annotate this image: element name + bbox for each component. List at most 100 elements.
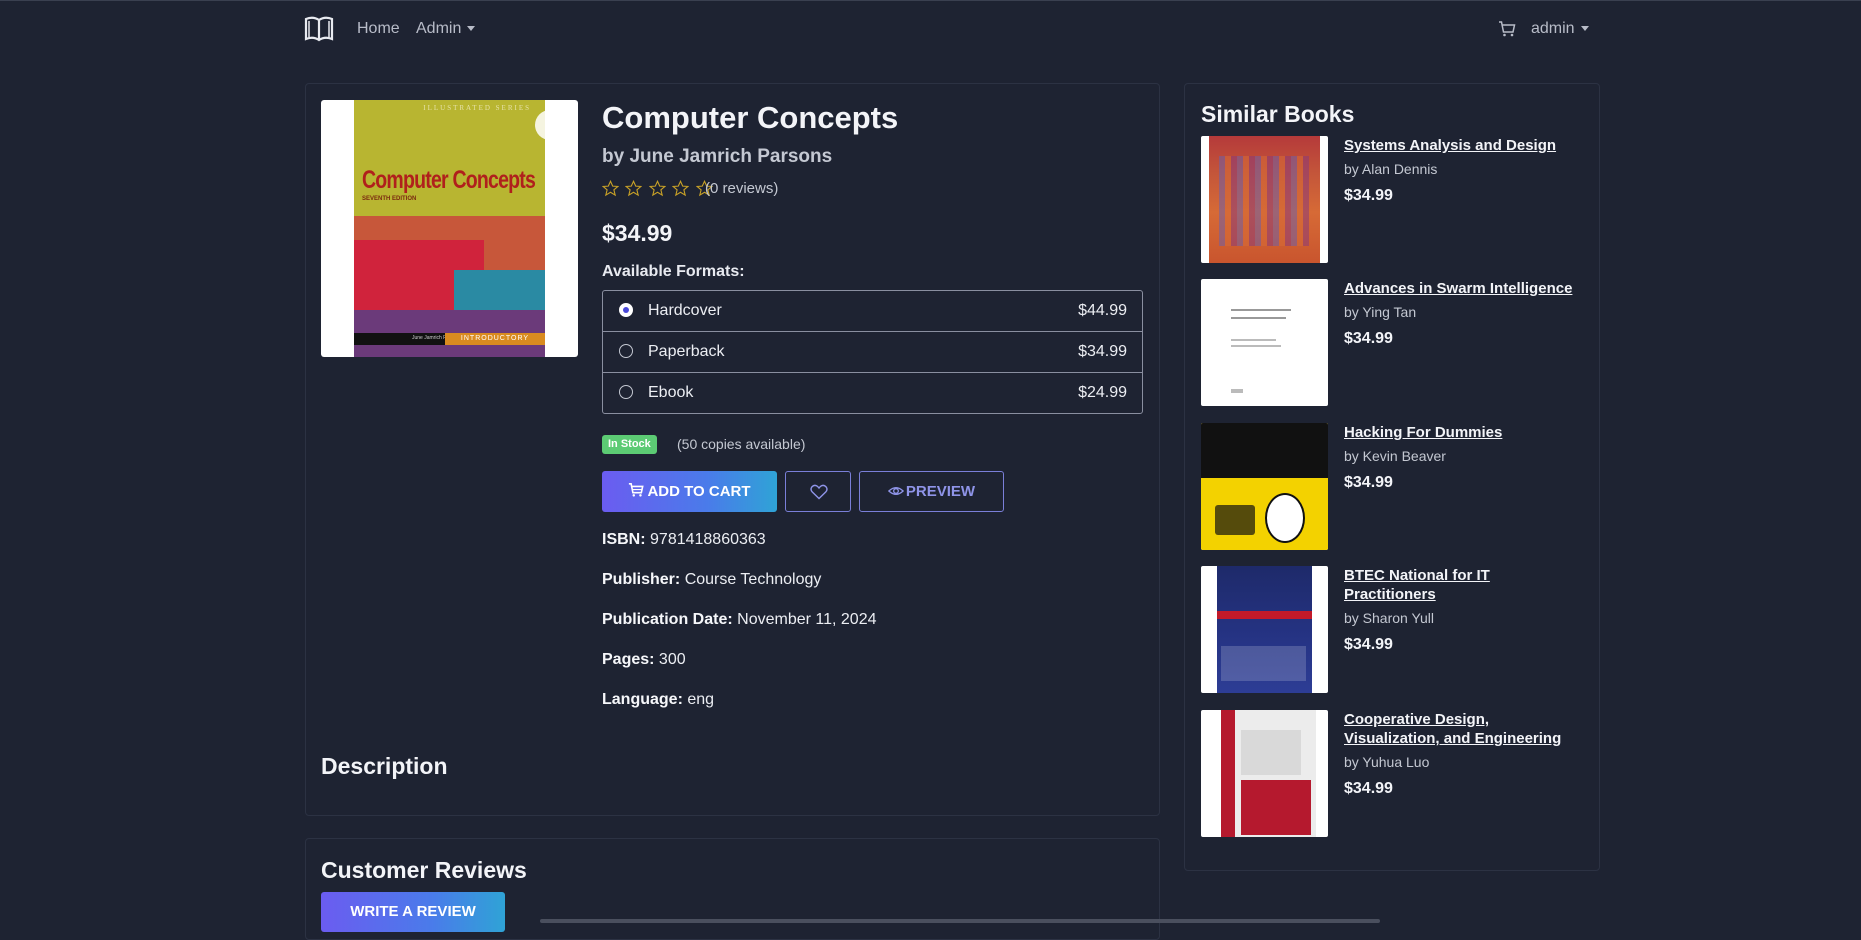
language-value: eng (687, 691, 715, 708)
nav-admin-dropdown[interactable]: Admin (416, 20, 476, 38)
publisher-row: Publisher: Course Technology (602, 571, 821, 589)
pubdate-row: Publication Date: November 11, 2024 (602, 611, 876, 629)
similar-book-cover[interactable] (1201, 710, 1328, 837)
similar-book-author: by Alan Dennis (1344, 161, 1438, 177)
similar-book-title[interactable]: Cooperative Design, Visualization, and E… (1344, 710, 1579, 748)
similar-book-cover[interactable] (1201, 279, 1328, 406)
similar-book-author: by Ying Tan (1344, 304, 1417, 320)
horizontal-scrollbar[interactable] (540, 919, 1380, 923)
cart-icon[interactable] (1498, 20, 1516, 38)
chevron-down-icon (1580, 26, 1589, 32)
similar-book-author: by Yuhua Luo (1344, 754, 1430, 770)
in-stock-badge: In Stock (602, 435, 657, 454)
add-to-cart-label: ADD TO CART (647, 483, 751, 500)
pages-value: 300 (658, 651, 686, 668)
reviews-count: (0 reviews) (705, 180, 779, 197)
star-outline-icon (625, 180, 643, 197)
write-review-button[interactable]: WRITE A REVIEW (321, 892, 505, 932)
similar-book-title[interactable]: Systems Analysis and Design (1344, 136, 1579, 155)
similar-book-title[interactable]: Advances in Swarm Intelligence (1344, 279, 1579, 298)
pages-label: Pages: (602, 651, 655, 668)
format-name: Paperback (648, 343, 725, 360)
publisher-label: Publisher: (602, 571, 681, 588)
similar-book-title[interactable]: Hacking For Dummies (1344, 423, 1579, 442)
copies-available: (50 copies available) (677, 436, 806, 452)
format-name: Ebook (648, 384, 694, 401)
cover-series-text: ILLUSTRATED SERIES (423, 104, 531, 112)
description-heading: Description (321, 753, 448, 779)
similar-book-item: Cooperative Design, Visualization, and E… (1201, 710, 1581, 840)
radio-checked-icon[interactable] (619, 303, 633, 317)
eye-icon (887, 487, 904, 495)
pages-row: Pages: 300 (602, 651, 686, 669)
similar-book-item: Systems Analysis and Design by Alan Denn… (1201, 136, 1581, 266)
cover-edition-text: SEVENTH EDITION (362, 196, 417, 202)
similar-book-price: $34.99 (1344, 636, 1393, 653)
language-label: Language: (602, 691, 683, 708)
cover-art (1215, 505, 1255, 535)
nav-admin-label: Admin (416, 20, 462, 37)
cover-art (1241, 780, 1311, 835)
similar-book-cover[interactable] (1201, 423, 1328, 550)
similar-book-title[interactable]: BTEC National for IT Practitioners (1344, 566, 1579, 604)
isbn-value: 9781418860363 (650, 531, 766, 548)
navbar: Home Admin admin (0, 0, 1861, 60)
book-title: Computer Concepts (602, 100, 899, 135)
cover-art (1221, 646, 1306, 681)
similar-book-price: $34.99 (1344, 330, 1393, 347)
format-name: Hardcover (648, 302, 722, 319)
radio-unchecked-icon[interactable] (619, 344, 633, 358)
zoom-icon[interactable] (535, 110, 565, 140)
similar-book-cover[interactable] (1201, 136, 1328, 263)
format-price: $34.99 (1078, 343, 1127, 360)
similar-book-item: BTEC National for IT Practitioners by Sh… (1201, 566, 1581, 696)
star-outline-icon (648, 180, 666, 197)
book-author[interactable]: by June Jamrich Parsons (602, 146, 832, 168)
wishlist-button[interactable] (785, 471, 851, 512)
book-price: $34.99 (602, 220, 673, 246)
format-option-paperback[interactable]: Paperback $34.99 (603, 332, 1142, 373)
similar-book-price: $34.99 (1344, 474, 1393, 491)
pubdate-value: November 11, 2024 (737, 611, 877, 628)
reviews-heading: Customer Reviews (321, 857, 527, 883)
cover-art (1217, 611, 1312, 619)
cover-art (1201, 423, 1328, 478)
similar-book-cover[interactable] (1201, 566, 1328, 693)
cover-art (1231, 309, 1291, 311)
radio-unchecked-icon[interactable] (619, 385, 633, 399)
format-option-hardcover[interactable]: Hardcover $44.99 (603, 291, 1142, 332)
cover-art (1231, 389, 1243, 393)
publisher-value: Course Technology (684, 571, 822, 588)
cart-icon (629, 482, 645, 497)
book-cover-art: ILLUSTRATED SERIES Computer Concepts SEV… (354, 100, 545, 357)
similar-book-price: $34.99 (1344, 187, 1393, 204)
book-cover-image[interactable]: ILLUSTRATED SERIES Computer Concepts SEV… (321, 100, 578, 357)
heart-icon (810, 484, 828, 500)
cover-art (1231, 317, 1286, 319)
chevron-down-icon (467, 26, 476, 32)
cover-art (1221, 710, 1235, 837)
star-outline-icon (602, 180, 619, 197)
format-options: Hardcover $44.99 Paperback $34.99 Ebook … (602, 290, 1143, 414)
format-price: $24.99 (1078, 384, 1127, 401)
cover-title-text: Computer Concepts (362, 166, 536, 194)
nav-home-link[interactable]: Home (357, 20, 400, 38)
cover-art (1265, 493, 1305, 543)
isbn-row: ISBN: 9781418860363 (602, 531, 766, 549)
cover-art (1241, 730, 1301, 775)
similar-book-author: by Kevin Beaver (1344, 448, 1446, 464)
format-price: $44.99 (1078, 302, 1127, 319)
format-option-ebook[interactable]: Ebook $24.99 (603, 373, 1142, 413)
similar-book-price: $34.99 (1344, 780, 1393, 797)
star-outline-icon (672, 180, 690, 197)
cover-art (1219, 156, 1309, 246)
book-logo-icon[interactable] (303, 13, 335, 45)
cover-tag-text: INTRODUCTORY (445, 333, 545, 345)
cover-art (1231, 339, 1276, 341)
preview-label: PREVIEW (905, 483, 976, 500)
add-to-cart-button[interactable]: ADD TO CART (602, 471, 777, 512)
cover-art (1231, 345, 1281, 347)
similar-books-heading: Similar Books (1201, 101, 1355, 127)
preview-button[interactable]: PREVIEW (859, 471, 1004, 512)
nav-user-dropdown[interactable]: admin (1531, 20, 1589, 38)
